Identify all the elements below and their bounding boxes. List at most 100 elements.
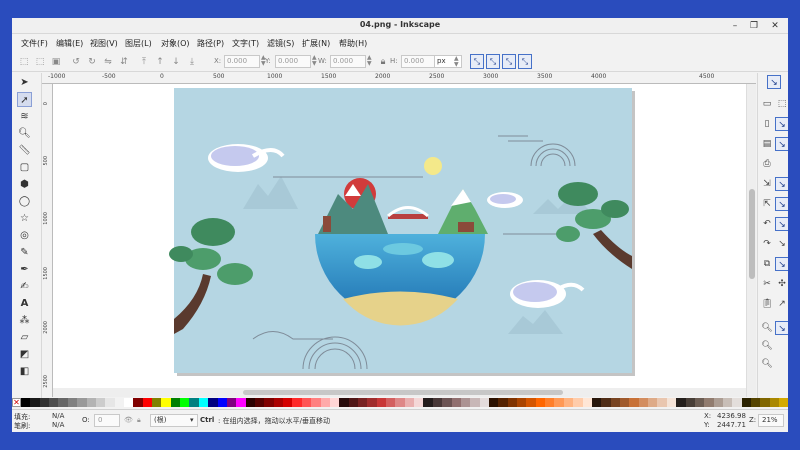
palette-swatch[interactable] bbox=[648, 398, 658, 407]
palette-swatch[interactable] bbox=[77, 398, 87, 407]
menu-view[interactable]: 视图(V) bbox=[90, 38, 118, 49]
move-gradients-button[interactable]: ⤡ bbox=[502, 54, 516, 69]
save-icon[interactable]: ▤ bbox=[760, 137, 774, 151]
snap-nodes-icon[interactable]: ↘ bbox=[775, 177, 788, 191]
palette-swatch[interactable] bbox=[114, 398, 124, 407]
layer-select-arrow-icon[interactable]: ▾ bbox=[190, 416, 194, 424]
no-paint-swatch[interactable]: ✕ bbox=[12, 398, 21, 407]
deselect-icon[interactable]: ▣ bbox=[50, 56, 62, 68]
zoom-page-icon[interactable]: 🔍︎ bbox=[760, 357, 774, 371]
palette-swatch[interactable] bbox=[545, 398, 555, 407]
paste-icon[interactable]: 📋︎ bbox=[760, 297, 774, 311]
tweak-tool-icon[interactable]: ≋ bbox=[17, 109, 32, 124]
redo-icon[interactable]: ↷ bbox=[760, 237, 774, 251]
x-field[interactable]: 0.000 bbox=[224, 55, 260, 68]
y-field[interactable]: 0.000 bbox=[275, 55, 311, 68]
palette-swatch[interactable] bbox=[39, 398, 50, 407]
palette-swatch[interactable] bbox=[180, 398, 190, 407]
palette-swatch[interactable] bbox=[58, 398, 68, 407]
rect-tool-icon[interactable]: ▢ bbox=[17, 160, 32, 175]
palette-swatch[interactable] bbox=[95, 398, 106, 407]
palette-swatch[interactable] bbox=[423, 398, 433, 407]
palette-swatch[interactable] bbox=[573, 398, 583, 407]
spiral-tool-icon[interactable]: ◎ bbox=[17, 228, 32, 243]
snap-midpoint-icon[interactable]: ↘ bbox=[775, 257, 788, 271]
palette-swatch[interactable] bbox=[460, 398, 471, 407]
palette-swatch[interactable] bbox=[254, 398, 265, 407]
raise-icon[interactable]: ↑ bbox=[154, 56, 166, 68]
palette-swatch[interactable] bbox=[432, 398, 443, 407]
palette-swatch[interactable] bbox=[311, 398, 321, 407]
fill-value[interactable]: N/A bbox=[52, 412, 64, 420]
scale-corners-button[interactable]: ⤡ bbox=[486, 54, 500, 69]
menu-extensions[interactable]: 扩展(N) bbox=[302, 38, 330, 49]
palette-swatch[interactable] bbox=[236, 398, 246, 407]
palette-swatch[interactable] bbox=[49, 398, 59, 407]
palette-swatch[interactable] bbox=[301, 398, 312, 407]
cut-icon[interactable]: ✂ bbox=[760, 277, 774, 291]
palette-swatch[interactable] bbox=[488, 398, 499, 407]
import-icon[interactable]: ⇲ bbox=[760, 177, 774, 191]
select-all-icon[interactable]: ⬚ bbox=[18, 56, 30, 68]
snap-center-icon[interactable]: ✣ bbox=[775, 277, 788, 291]
palette-swatch[interactable] bbox=[283, 398, 293, 407]
pencil-tool-icon[interactable]: ✎ bbox=[17, 245, 32, 260]
palette-swatch[interactable] bbox=[208, 398, 218, 407]
palette-swatch[interactable] bbox=[404, 398, 415, 407]
palette-swatch[interactable] bbox=[67, 398, 78, 407]
palette-swatch[interactable] bbox=[292, 398, 302, 407]
select-all-layers-icon[interactable]: ⬚ bbox=[34, 56, 46, 68]
palette-swatch[interactable] bbox=[142, 398, 153, 407]
drawing-canvas[interactable] bbox=[53, 84, 746, 397]
node-tool-icon[interactable]: ➚ bbox=[17, 92, 32, 107]
palette-swatch[interactable] bbox=[133, 398, 143, 407]
palette-swatch[interactable] bbox=[442, 398, 452, 407]
palette-swatch[interactable] bbox=[498, 398, 508, 407]
palette-swatch[interactable] bbox=[563, 398, 574, 407]
palette-swatch[interactable] bbox=[535, 398, 546, 407]
menu-filters[interactable]: 滤镜(S) bbox=[267, 38, 294, 49]
snap-smooth-icon[interactable]: ↘ bbox=[775, 237, 788, 251]
palette-swatch[interactable] bbox=[395, 398, 405, 407]
menu-path[interactable]: 路径(P) bbox=[197, 38, 224, 49]
spray-tool-icon[interactable]: ⁂ bbox=[17, 313, 32, 328]
palette-swatch[interactable] bbox=[86, 398, 96, 407]
close-button[interactable]: ✕ bbox=[768, 19, 782, 33]
palette-swatch[interactable] bbox=[320, 398, 330, 407]
palette-swatch[interactable] bbox=[610, 398, 620, 407]
lock-icon[interactable]: 🔒︎ bbox=[377, 56, 389, 68]
snap-bbox-edge-icon[interactable]: ↘ bbox=[775, 117, 788, 131]
menu-text[interactable]: 文字(T) bbox=[232, 38, 259, 49]
menu-layer[interactable]: 图层(L) bbox=[125, 38, 152, 49]
menu-edit[interactable]: 编辑(E) bbox=[56, 38, 83, 49]
w-field[interactable]: 0.000 bbox=[330, 55, 366, 68]
palette-swatch[interactable] bbox=[273, 398, 284, 407]
scale-stroke-button[interactable]: ⤡ bbox=[470, 54, 484, 69]
stroke-value[interactable]: N/A bbox=[52, 421, 64, 429]
vertical-scrollbar[interactable] bbox=[746, 84, 756, 397]
palette-swatch[interactable] bbox=[30, 398, 40, 407]
palette-swatch[interactable] bbox=[722, 398, 733, 407]
palette-swatch[interactable] bbox=[170, 398, 181, 407]
opacity-field[interactable]: 0 bbox=[94, 414, 120, 427]
palette-swatch[interactable] bbox=[414, 398, 424, 407]
measure-tool-icon[interactable]: 📏︎ bbox=[17, 143, 32, 158]
palette-swatch[interactable] bbox=[479, 398, 489, 407]
palette-swatch[interactable] bbox=[751, 398, 761, 407]
hscroll-thumb[interactable] bbox=[243, 390, 563, 395]
star-tool-icon[interactable]: ☆ bbox=[17, 211, 32, 226]
w-spinner[interactable]: ▲ ▼ bbox=[367, 55, 373, 68]
palette-swatch[interactable] bbox=[507, 398, 518, 407]
vscroll-thumb[interactable] bbox=[749, 189, 755, 279]
snap-rotation-icon[interactable]: ↗ bbox=[775, 297, 788, 311]
flip-vertical-icon[interactable]: ⇵ bbox=[118, 56, 130, 68]
palette-swatch[interactable] bbox=[694, 398, 705, 407]
palette-swatch[interactable] bbox=[348, 398, 358, 407]
snap-intersection-icon[interactable]: ↘ bbox=[775, 217, 788, 231]
text-tool-icon[interactable]: A bbox=[17, 296, 32, 311]
palette-swatch[interactable] bbox=[629, 398, 639, 407]
palette-swatch[interactable] bbox=[245, 398, 255, 407]
lower-icon[interactable]: ↓ bbox=[170, 56, 182, 68]
palette-swatch[interactable] bbox=[152, 398, 162, 407]
palette-swatch[interactable] bbox=[760, 398, 770, 407]
